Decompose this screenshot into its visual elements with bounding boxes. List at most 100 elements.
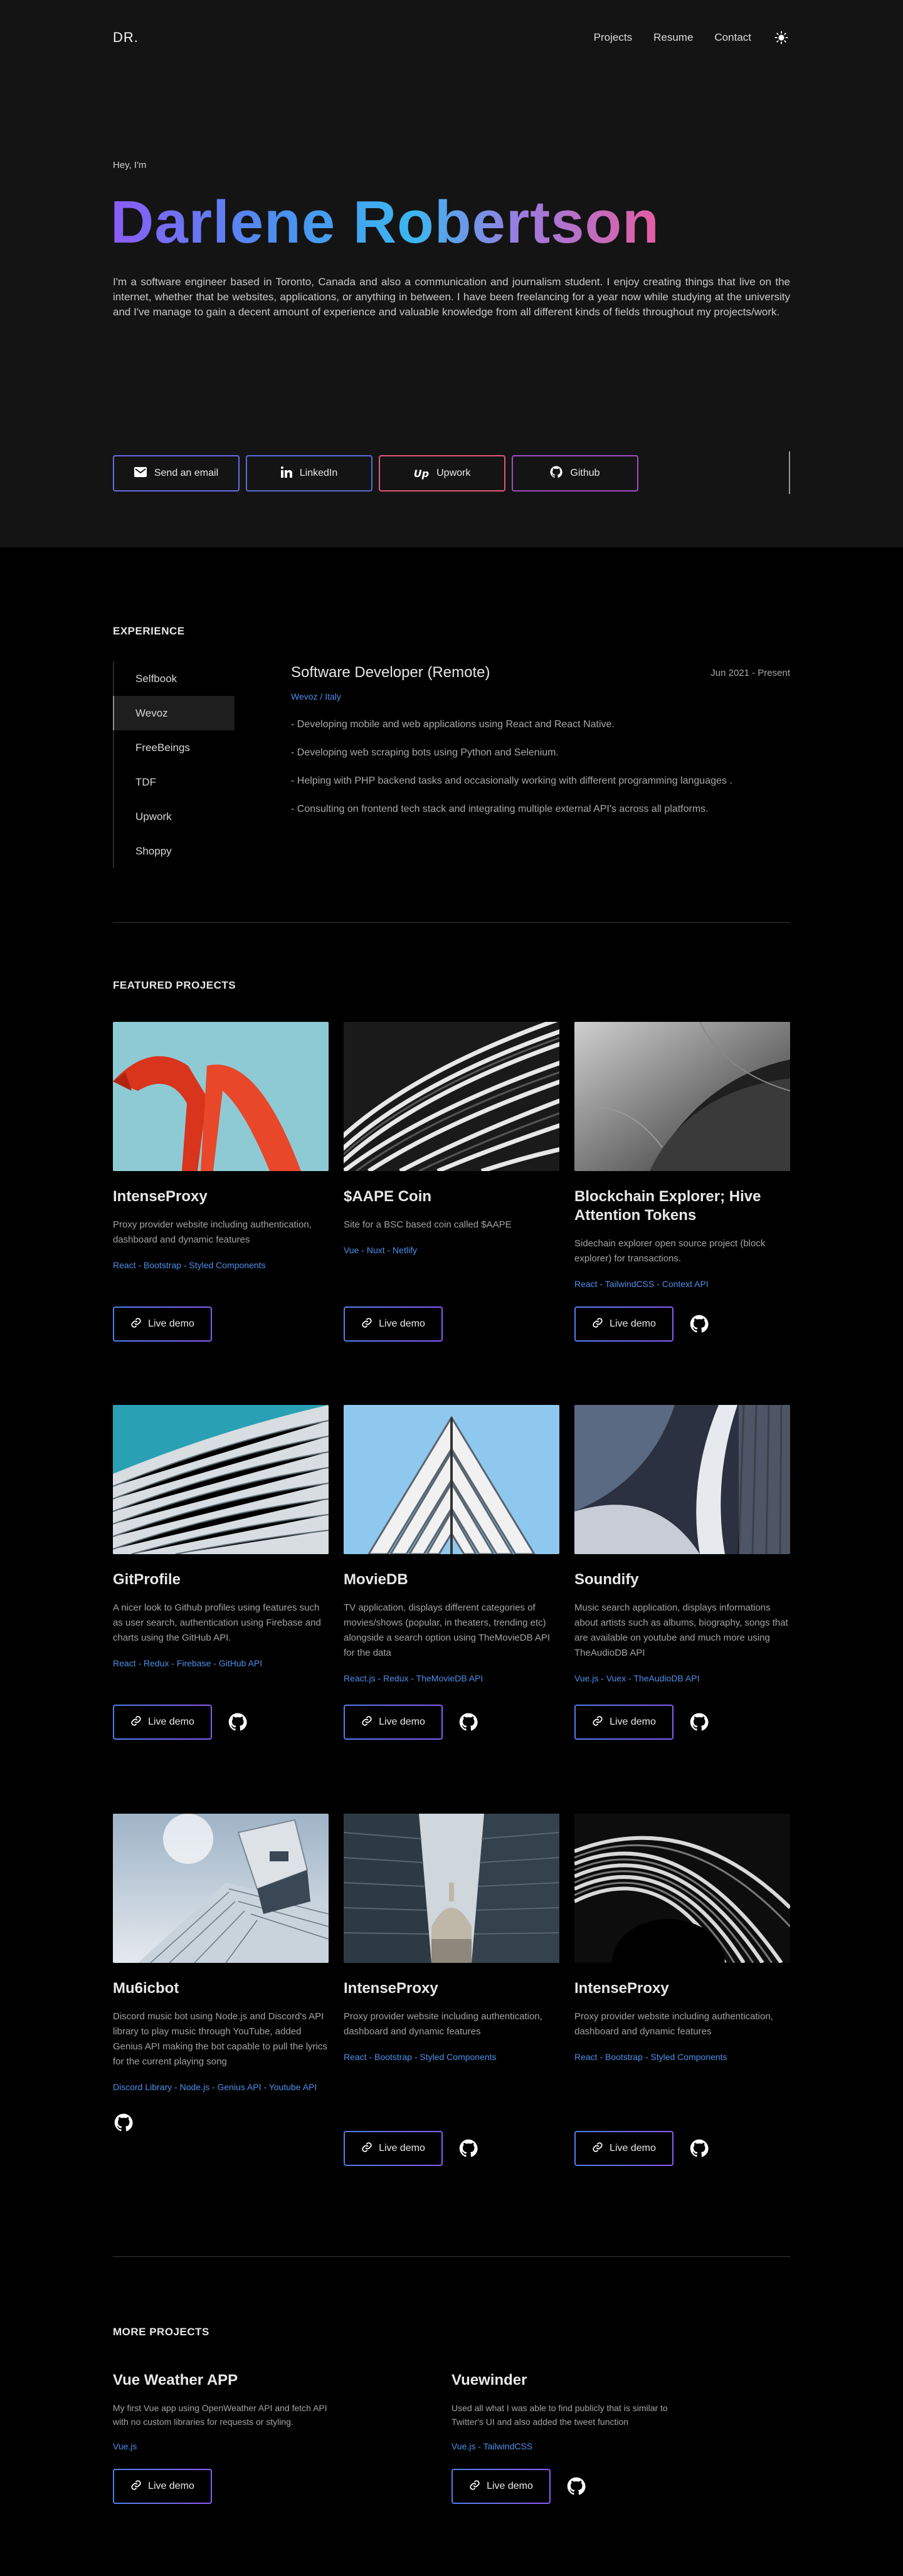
send-email-button[interactable]: Send an email (113, 455, 240, 492)
live-demo-button[interactable]: Live demo (344, 1705, 443, 1740)
live-demo-label: Live demo (610, 1716, 656, 1727)
hero-section: DR. Projects Resume Contact Hey, I'm Dar… (0, 0, 903, 547)
live-demo-button[interactable]: Live demo (574, 1306, 673, 1342)
project-image[interactable] (344, 1405, 559, 1554)
github-icon[interactable] (458, 1711, 479, 1733)
live-demo-button[interactable]: Live demo (113, 2469, 212, 2504)
project-tags: Vue.js - Vuex - TheAudioDB API (574, 1673, 700, 1683)
linkedin-icon (280, 466, 292, 481)
project-title: Soundify (574, 1571, 639, 1588)
project-tags: React - Bootstrap - Styled Components (344, 2052, 497, 2062)
project-title: Vue Weather APP (113, 2372, 238, 2389)
link-icon (130, 1317, 142, 1332)
live-demo-button[interactable]: Live demo (344, 1306, 443, 1342)
nav-link-resume[interactable]: Resume (653, 31, 693, 44)
link-icon (130, 1715, 142, 1730)
github-button[interactable]: Github (512, 455, 638, 492)
project-title: Blockchain Explorer; Hive Attention Toke… (574, 1188, 761, 1224)
tab-wevoz[interactable]: Wevoz (113, 696, 235, 730)
nav-links: Projects Resume Contact (594, 29, 790, 46)
linkedin-button[interactable]: LinkedIn (246, 455, 372, 492)
tab-tdf[interactable]: TDF (114, 765, 235, 799)
project-card: Mu6icbot Discord music bot using Node.js… (113, 1814, 329, 2244)
project-tags: React - Bootstrap - Styled Components (113, 1260, 266, 1270)
project-desc: Music search application, displays infor… (574, 1602, 788, 1658)
project-title: GitProfile (113, 1571, 181, 1588)
project-card: Vue Weather APP My first Vue app using O… (113, 2371, 452, 2504)
project-image[interactable] (574, 1405, 790, 1554)
experience-section: EXPERIENCE Selfbook Wevoz FreeBeings TDF… (113, 547, 790, 922)
project-image[interactable] (113, 1022, 329, 1171)
project-tags: React - TailwindCSS - Context API (574, 1279, 709, 1289)
live-demo-button[interactable]: Live demo (574, 1705, 673, 1740)
github-icon[interactable] (689, 1711, 710, 1733)
github-icon[interactable] (566, 2476, 587, 2497)
project-title: IntenseProxy (344, 1980, 438, 1997)
project-card: Soundify Music search application, displ… (574, 1405, 790, 1814)
project-title: $AAPE Coin (344, 1188, 432, 1205)
logo[interactable]: DR. (113, 29, 139, 46)
nav-link-contact[interactable]: Contact (714, 31, 751, 44)
github-icon[interactable] (227, 1711, 248, 1733)
github-icon[interactable] (689, 1313, 710, 1335)
project-desc: Proxy provider website including authent… (574, 2011, 773, 2037)
more-projects-title: MORE PROJECTS (113, 2326, 209, 2338)
sun-icon[interactable] (773, 29, 790, 46)
project-image[interactable] (113, 1405, 329, 1554)
github-icon[interactable] (113, 2112, 134, 2133)
project-image[interactable] (344, 1022, 559, 1171)
top-nav: DR. Projects Resume Contact (113, 28, 790, 48)
link-icon (130, 2479, 142, 2494)
projects-grid: IntenseProxy Proxy provider website incl… (113, 1022, 790, 2244)
tab-freebeings[interactable]: FreeBeings (114, 730, 235, 765)
live-demo-label: Live demo (148, 1318, 194, 1329)
job-duties: Developing mobile and web applications u… (291, 719, 790, 815)
upwork-label: Upwork (436, 468, 471, 478)
scroll-indicator (789, 451, 790, 494)
live-demo-label: Live demo (379, 1318, 425, 1329)
live-demo-button[interactable]: Live demo (113, 1306, 212, 1342)
project-image[interactable] (344, 1814, 559, 1963)
project-tags: React - Bootstrap - Styled Components (574, 2052, 727, 2062)
footer-spacer (113, 2504, 790, 2554)
project-tags: React.js - Redux - TheMovieDB API (344, 1673, 483, 1683)
live-demo-button[interactable]: Live demo (113, 1705, 212, 1740)
tab-selfbook[interactable]: Selfbook (114, 661, 235, 696)
project-title: IntenseProxy (574, 1980, 669, 1997)
tab-upwork[interactable]: Upwork (114, 799, 235, 834)
more-projects-list: Vue Weather APP My first Vue app using O… (113, 2371, 790, 2504)
job-duty: Consulting on frontend tech stack and in… (291, 804, 790, 815)
project-tags: Vue.js - TailwindCSS (452, 2441, 533, 2451)
hero-name: Darlene Robertson (110, 189, 660, 256)
contact-buttons: Send an email LinkedIn Up Upwork Github (113, 455, 638, 492)
project-card: IntenseProxy Proxy provider website incl… (113, 1022, 329, 1405)
github-icon[interactable] (458, 2138, 479, 2159)
live-demo-label: Live demo (148, 2481, 194, 2491)
tab-shoppy[interactable]: Shoppy (114, 834, 235, 868)
job-duty: Helping with PHP backend tasks and occas… (291, 775, 790, 787)
project-desc: Site for a BSC based coin called $AAPE (344, 1219, 512, 1230)
project-desc: Used all what I was able to find publicl… (452, 2403, 668, 2427)
project-card: IntenseProxy Proxy provider website incl… (574, 1814, 790, 2244)
job-duty: Developing web scraping bots using Pytho… (291, 747, 790, 759)
project-desc: Proxy provider website including authent… (113, 1219, 312, 1245)
nav-link-projects[interactable]: Projects (594, 31, 632, 44)
project-image[interactable] (574, 1814, 790, 1963)
live-demo-button[interactable]: Live demo (344, 2131, 443, 2166)
project-image[interactable] (574, 1022, 790, 1171)
live-demo-button[interactable]: Live demo (452, 2469, 551, 2504)
upwork-button[interactable]: Up Upwork (379, 455, 505, 492)
project-desc: My first Vue app using OpenWeather API a… (113, 2403, 327, 2427)
live-demo-button[interactable]: Live demo (574, 2131, 673, 2166)
link-icon (592, 2142, 603, 2156)
project-title: Vuewinder (452, 2372, 527, 2389)
project-card: GitProfile A nicer look to Github profil… (113, 1405, 329, 1814)
project-desc: TV application, displays different categ… (344, 1602, 551, 1658)
project-image[interactable] (113, 1814, 329, 1963)
link-icon (469, 2479, 480, 2494)
job-company[interactable]: Wevoz / Italy (291, 691, 790, 702)
github-icon[interactable] (689, 2138, 710, 2159)
live-demo-label: Live demo (487, 2481, 533, 2491)
project-card: MovieDB TV application, displays differe… (344, 1405, 559, 1814)
live-demo-label: Live demo (610, 2143, 656, 2153)
